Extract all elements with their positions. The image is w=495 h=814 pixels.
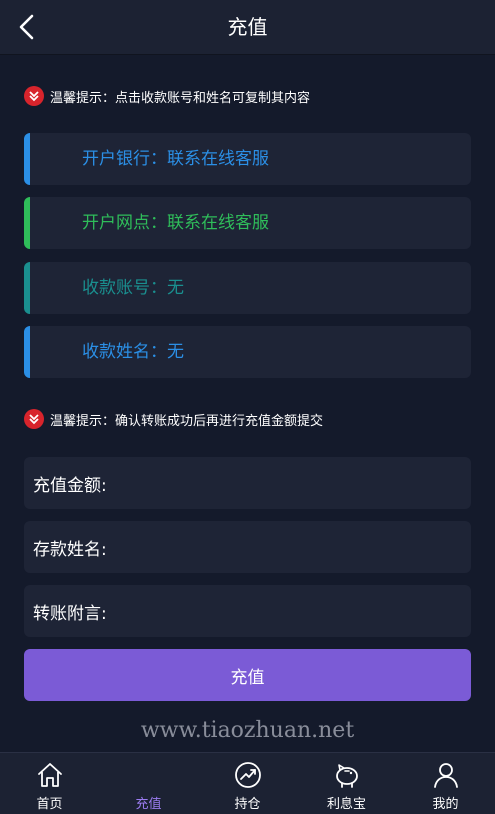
warning-icon: [24, 86, 44, 106]
tab-profile[interactable]: 我的: [396, 753, 495, 814]
info-card-bank[interactable]: 开户银行：联系在线客服: [24, 133, 471, 185]
transfer-note-input[interactable]: [106, 591, 471, 631]
accent-bar: [24, 133, 30, 185]
info-card-account[interactable]: 收款账号：无: [24, 262, 471, 314]
notice-bottom-text: 温馨提示：确认转账成功后再进行充值金额提交: [50, 413, 324, 429]
tab-interest-label: 利息宝: [326, 797, 366, 812]
accent-bar: [24, 197, 30, 249]
trend-icon: [234, 761, 262, 789]
depositor-name-input[interactable]: [106, 527, 471, 567]
tab-positions-label: 持仓: [234, 797, 261, 812]
warning-icon: [24, 409, 44, 429]
notice-bottom: 温馨提示：确认转账成功后再进行充值金额提交: [24, 408, 323, 430]
tab-profile-label: 我的: [432, 797, 459, 812]
tab-home[interactable]: 首页: [0, 753, 99, 814]
notice-top: 温馨提示：点击收款账号和姓名可复制其内容: [24, 85, 310, 107]
amount-field: 充值金额:: [24, 457, 471, 509]
home-icon: [36, 761, 64, 789]
piggy-bank-icon: [333, 761, 361, 789]
info-card-name-label: 收款姓名：无: [82, 342, 184, 362]
tab-recharge[interactable]: 充值: [99, 753, 198, 814]
notice-top-text: 温馨提示：点击收款账号和姓名可复制其内容: [50, 90, 311, 106]
page-title: 充值: [227, 15, 268, 39]
header-bar: 充值: [0, 0, 495, 55]
transfer-note-field: 转账附言:: [24, 585, 471, 637]
tab-positions[interactable]: 持仓: [198, 753, 297, 814]
tab-recharge-label: 充值: [135, 797, 162, 812]
depositor-name-label: 存款姓名:: [33, 539, 107, 560]
info-card-branch-label: 开户网点：联系在线客服: [82, 213, 269, 233]
user-icon: [432, 761, 460, 789]
info-card-bank-label: 开户银行：联系在线客服: [82, 149, 269, 169]
depositor-name-field: 存款姓名:: [24, 521, 471, 573]
tab-interest[interactable]: 利息宝: [297, 753, 396, 814]
accent-bar: [24, 262, 30, 314]
tab-home-label: 首页: [36, 797, 63, 812]
info-card-account-label: 收款账号：无: [82, 278, 184, 298]
watermark: www.tiaozhuan.net: [140, 718, 355, 743]
info-card-name[interactable]: 收款姓名：无: [24, 326, 471, 378]
transfer-note-label: 转账附言:: [33, 603, 107, 624]
accent-bar: [24, 326, 30, 378]
submit-recharge-button[interactable]: 充值: [24, 649, 471, 701]
recharge-icon: [135, 761, 163, 789]
info-card-branch[interactable]: 开户网点：联系在线客服: [24, 197, 471, 249]
amount-label: 充值金额:: [33, 475, 107, 496]
bottom-tab-bar: 首页 充值 持仓 利息宝 我的: [0, 752, 495, 814]
amount-input[interactable]: [106, 463, 471, 503]
